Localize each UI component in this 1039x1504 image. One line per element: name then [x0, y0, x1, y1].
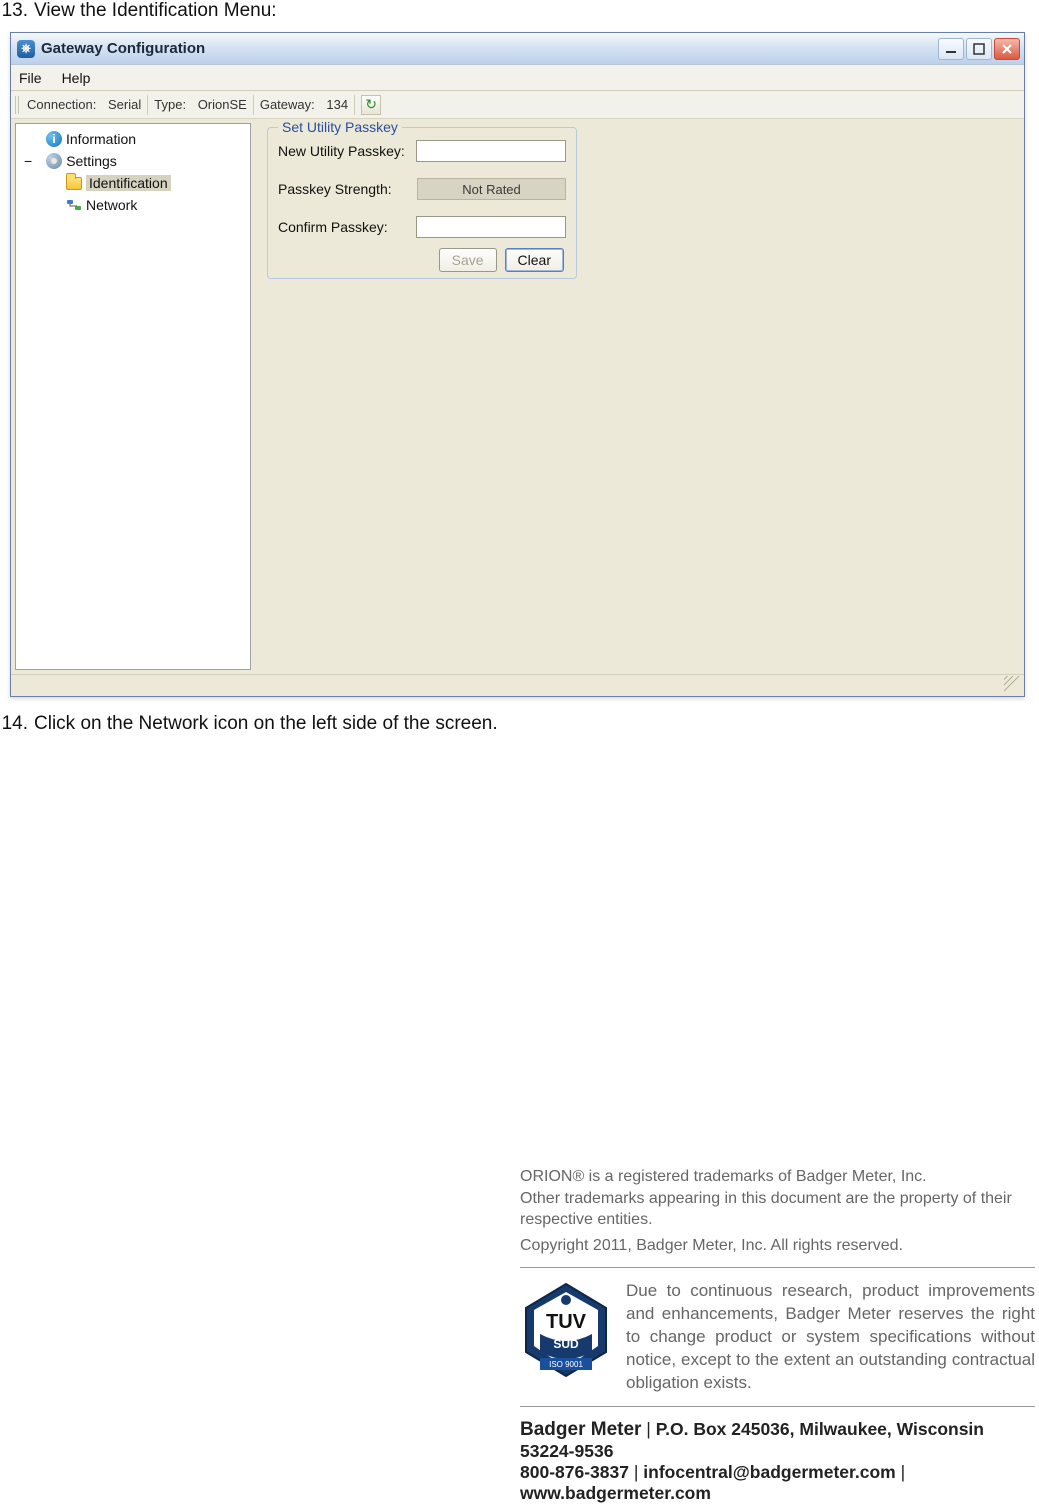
- footer-phone: 800-876-3837: [520, 1462, 629, 1482]
- minimize-icon: [945, 43, 957, 55]
- network-icon: [66, 197, 82, 213]
- window-buttons: [938, 38, 1020, 60]
- tuv-iso-text: ISO 9001: [549, 1360, 583, 1369]
- refresh-icon: ↻: [365, 96, 377, 113]
- folder-open-icon: [66, 177, 82, 190]
- button-row: Save Clear: [268, 242, 576, 272]
- tree-pane: i Information − Settings Identification …: [15, 123, 251, 670]
- titlebar: ⎈ Gateway Configuration: [11, 33, 1024, 65]
- menu-file[interactable]: File: [19, 70, 42, 86]
- divider: [520, 1406, 1035, 1407]
- tree-label-information: Information: [66, 131, 136, 147]
- tree-label-settings: Settings: [66, 153, 117, 169]
- passkey-legend: Set Utility Passkey: [278, 119, 402, 135]
- resize-grip[interactable]: [1004, 676, 1022, 694]
- content-pane: Set Utility Passkey New Utility Passkey:…: [255, 119, 1024, 674]
- statusbar: [11, 674, 1024, 696]
- toolbar-type-label: Type:: [154, 97, 186, 112]
- toolbar-gateway-label: Gateway:: [260, 97, 315, 112]
- maximize-icon: [973, 43, 985, 55]
- input-confirm-passkey[interactable]: [416, 216, 566, 238]
- footer-email: infocentral@badgermeter.com: [643, 1462, 895, 1482]
- toolbar-separator: [253, 95, 254, 115]
- collapse-icon[interactable]: −: [24, 153, 32, 169]
- tree-item-network[interactable]: Network: [18, 194, 248, 216]
- tree-label-network: Network: [86, 197, 137, 213]
- tree-item-identification[interactable]: Identification: [18, 172, 248, 194]
- toolbar-gateway-value: 134: [326, 97, 348, 112]
- toolbar-separator: [354, 95, 355, 115]
- step-13: 13. View the Identification Menu:: [0, 0, 1039, 32]
- step-14-number: 14.: [0, 713, 28, 735]
- footer-block: ORION® is a registered trademarks of Bad…: [520, 1166, 1035, 1504]
- refresh-button[interactable]: ↻: [361, 95, 381, 115]
- divider: [520, 1267, 1035, 1268]
- step-13-number: 13.: [0, 0, 28, 22]
- footer-website: www.badgermeter.com: [520, 1483, 711, 1503]
- tree-item-information[interactable]: i Information: [18, 128, 248, 150]
- step-13-text: View the Identification Menu:: [34, 0, 277, 22]
- app-icon: ⎈: [17, 40, 35, 58]
- step-14: 14. Click on the Network icon on the lef…: [0, 713, 1039, 745]
- row-confirm-passkey: Confirm Passkey:: [268, 212, 576, 242]
- toolbar: Connection: Serial Type: OrionSE Gateway…: [11, 91, 1024, 119]
- label-new-passkey: New Utility Passkey:: [278, 143, 416, 159]
- close-button[interactable]: [994, 38, 1020, 60]
- footer-brand: Badger Meter: [520, 1419, 641, 1440]
- input-new-passkey[interactable]: [416, 140, 566, 162]
- tuv-sud-text: SUD: [553, 1337, 579, 1351]
- close-icon: [1001, 43, 1013, 55]
- passkey-fieldset: Set Utility Passkey New Utility Passkey:…: [267, 127, 577, 279]
- footer-contact: Badger Meter | P.O. Box 245036, Milwauke…: [520, 1419, 1035, 1504]
- step-14-text: Click on the Network icon on the left si…: [34, 713, 498, 735]
- menu-help[interactable]: Help: [62, 70, 91, 86]
- gateway-config-window: ⎈ Gateway Configuration File Help Connec…: [10, 32, 1025, 697]
- copyright-text: Copyright 2011, Badger Meter, Inc. All r…: [520, 1237, 1035, 1255]
- disclaimer-text: Due to continuous research, product impr…: [626, 1280, 1035, 1395]
- trademark-line-1: ORION® is a registered trademarks of Bad…: [520, 1166, 1035, 1188]
- save-button[interactable]: Save: [439, 248, 497, 272]
- info-icon: i: [46, 131, 62, 147]
- window-title: Gateway Configuration: [41, 40, 205, 57]
- tree-item-settings[interactable]: − Settings: [18, 150, 248, 172]
- tuv-text: TUV: [546, 1311, 587, 1333]
- toolbar-connection-label: Connection:: [27, 97, 96, 112]
- minimize-button[interactable]: [938, 38, 964, 60]
- row-strength: Passkey Strength: Not Rated: [268, 174, 576, 204]
- strength-indicator: Not Rated: [417, 178, 566, 200]
- toolbar-connection-value: Serial: [108, 97, 141, 112]
- label-confirm-passkey: Confirm Passkey:: [278, 219, 416, 235]
- tree-label-identification: Identification: [86, 175, 171, 191]
- mid-row: TUV SUD ISO 9001 Due to continuous resea…: [520, 1280, 1035, 1395]
- menubar: File Help: [11, 65, 1024, 91]
- tuv-logo: TUV SUD ISO 9001: [520, 1280, 612, 1380]
- titlebar-left: ⎈ Gateway Configuration: [17, 40, 205, 58]
- gear-icon: [46, 153, 62, 169]
- maximize-button[interactable]: [966, 38, 992, 60]
- clear-button[interactable]: Clear: [505, 248, 564, 272]
- toolbar-type-value: OrionSE: [198, 97, 247, 112]
- toolbar-grip[interactable]: [15, 96, 21, 114]
- trademark-line-2: Other trademarks appearing in this docum…: [520, 1188, 1035, 1231]
- row-new-passkey: New Utility Passkey:: [268, 136, 576, 166]
- client-area: i Information − Settings Identification …: [11, 119, 1024, 674]
- toolbar-separator: [147, 95, 148, 115]
- label-strength: Passkey Strength:: [278, 181, 417, 197]
